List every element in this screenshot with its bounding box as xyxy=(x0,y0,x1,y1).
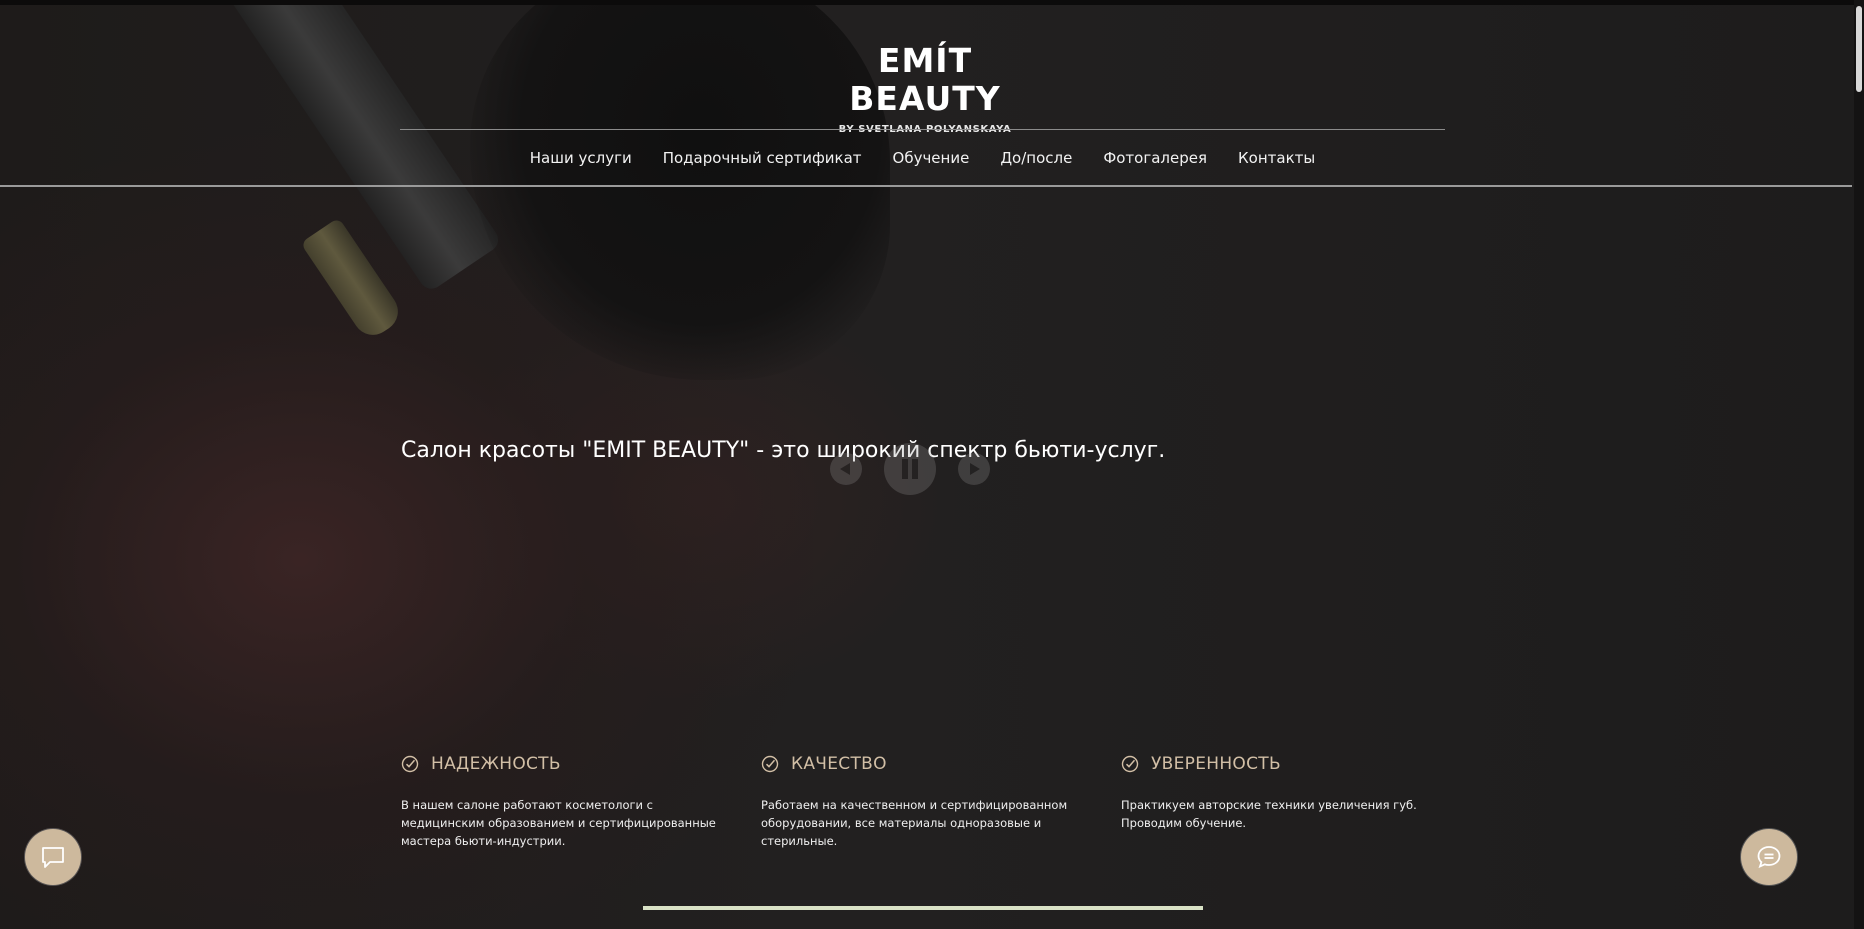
feature-confidence: УВЕРЕННОСТЬ Практикуем авторские техники… xyxy=(1121,752,1451,832)
feature-title: НАДЕЖНОСТЬ xyxy=(431,754,561,774)
header-divider xyxy=(400,129,1445,130)
nav-item-training[interactable]: Обучение xyxy=(893,146,970,170)
nav-item-services[interactable]: Наши услуги xyxy=(530,146,632,170)
logo-title: EMÍT BEAUTY xyxy=(849,41,1001,118)
check-circle-icon xyxy=(1121,755,1139,773)
nav-item-gift-certificate[interactable]: Подарочный сертификат xyxy=(663,146,862,170)
slide-progress-bar xyxy=(643,906,1203,910)
main-nav: Наши услуги Подарочный сертификат Обучен… xyxy=(400,146,1445,170)
chat-button-right[interactable] xyxy=(1741,829,1797,885)
nav-item-before-after[interactable]: До/после xyxy=(1000,146,1072,170)
hero-tagline: Салон красоты "EMIT BEAUTY" - это широки… xyxy=(401,438,1166,463)
previous-icon[interactable] xyxy=(830,453,862,485)
chat-button-left[interactable] xyxy=(25,829,81,885)
check-circle-icon xyxy=(401,755,419,773)
feature-reliability: НАДЕЖНОСТЬ В нашем салоне работают косме… xyxy=(401,752,731,850)
feature-quality: КАЧЕСТВО Работаем на качественном и серт… xyxy=(761,752,1091,850)
feature-title: КАЧЕСТВО xyxy=(791,754,887,774)
nav-divider xyxy=(0,185,1852,187)
chat-bubble-icon xyxy=(42,847,64,868)
slider-controls xyxy=(830,443,990,495)
pause-icon[interactable] xyxy=(884,443,936,495)
feature-text: Практикуем авторские техники увеличения … xyxy=(1121,798,1417,830)
logo[interactable]: EMÍT BEAUTY BY SVETLANA POLYANSKAYA xyxy=(800,41,1050,136)
scrollbar[interactable] xyxy=(1854,0,1864,929)
check-circle-icon xyxy=(761,755,779,773)
next-icon[interactable] xyxy=(958,453,990,485)
feature-title: УВЕРЕННОСТЬ xyxy=(1151,754,1281,774)
message-icon xyxy=(1757,846,1781,869)
nav-item-gallery[interactable]: Фотогалерея xyxy=(1103,146,1207,170)
nav-item-contacts[interactable]: Контакты xyxy=(1238,146,1315,170)
feature-text: Работаем на качественном и сертифицирова… xyxy=(761,798,1068,848)
top-border xyxy=(0,0,1864,5)
feature-text: В нашем салоне работают косметологи с ме… xyxy=(401,798,716,848)
scrollbar-thumb[interactable] xyxy=(1856,6,1862,92)
